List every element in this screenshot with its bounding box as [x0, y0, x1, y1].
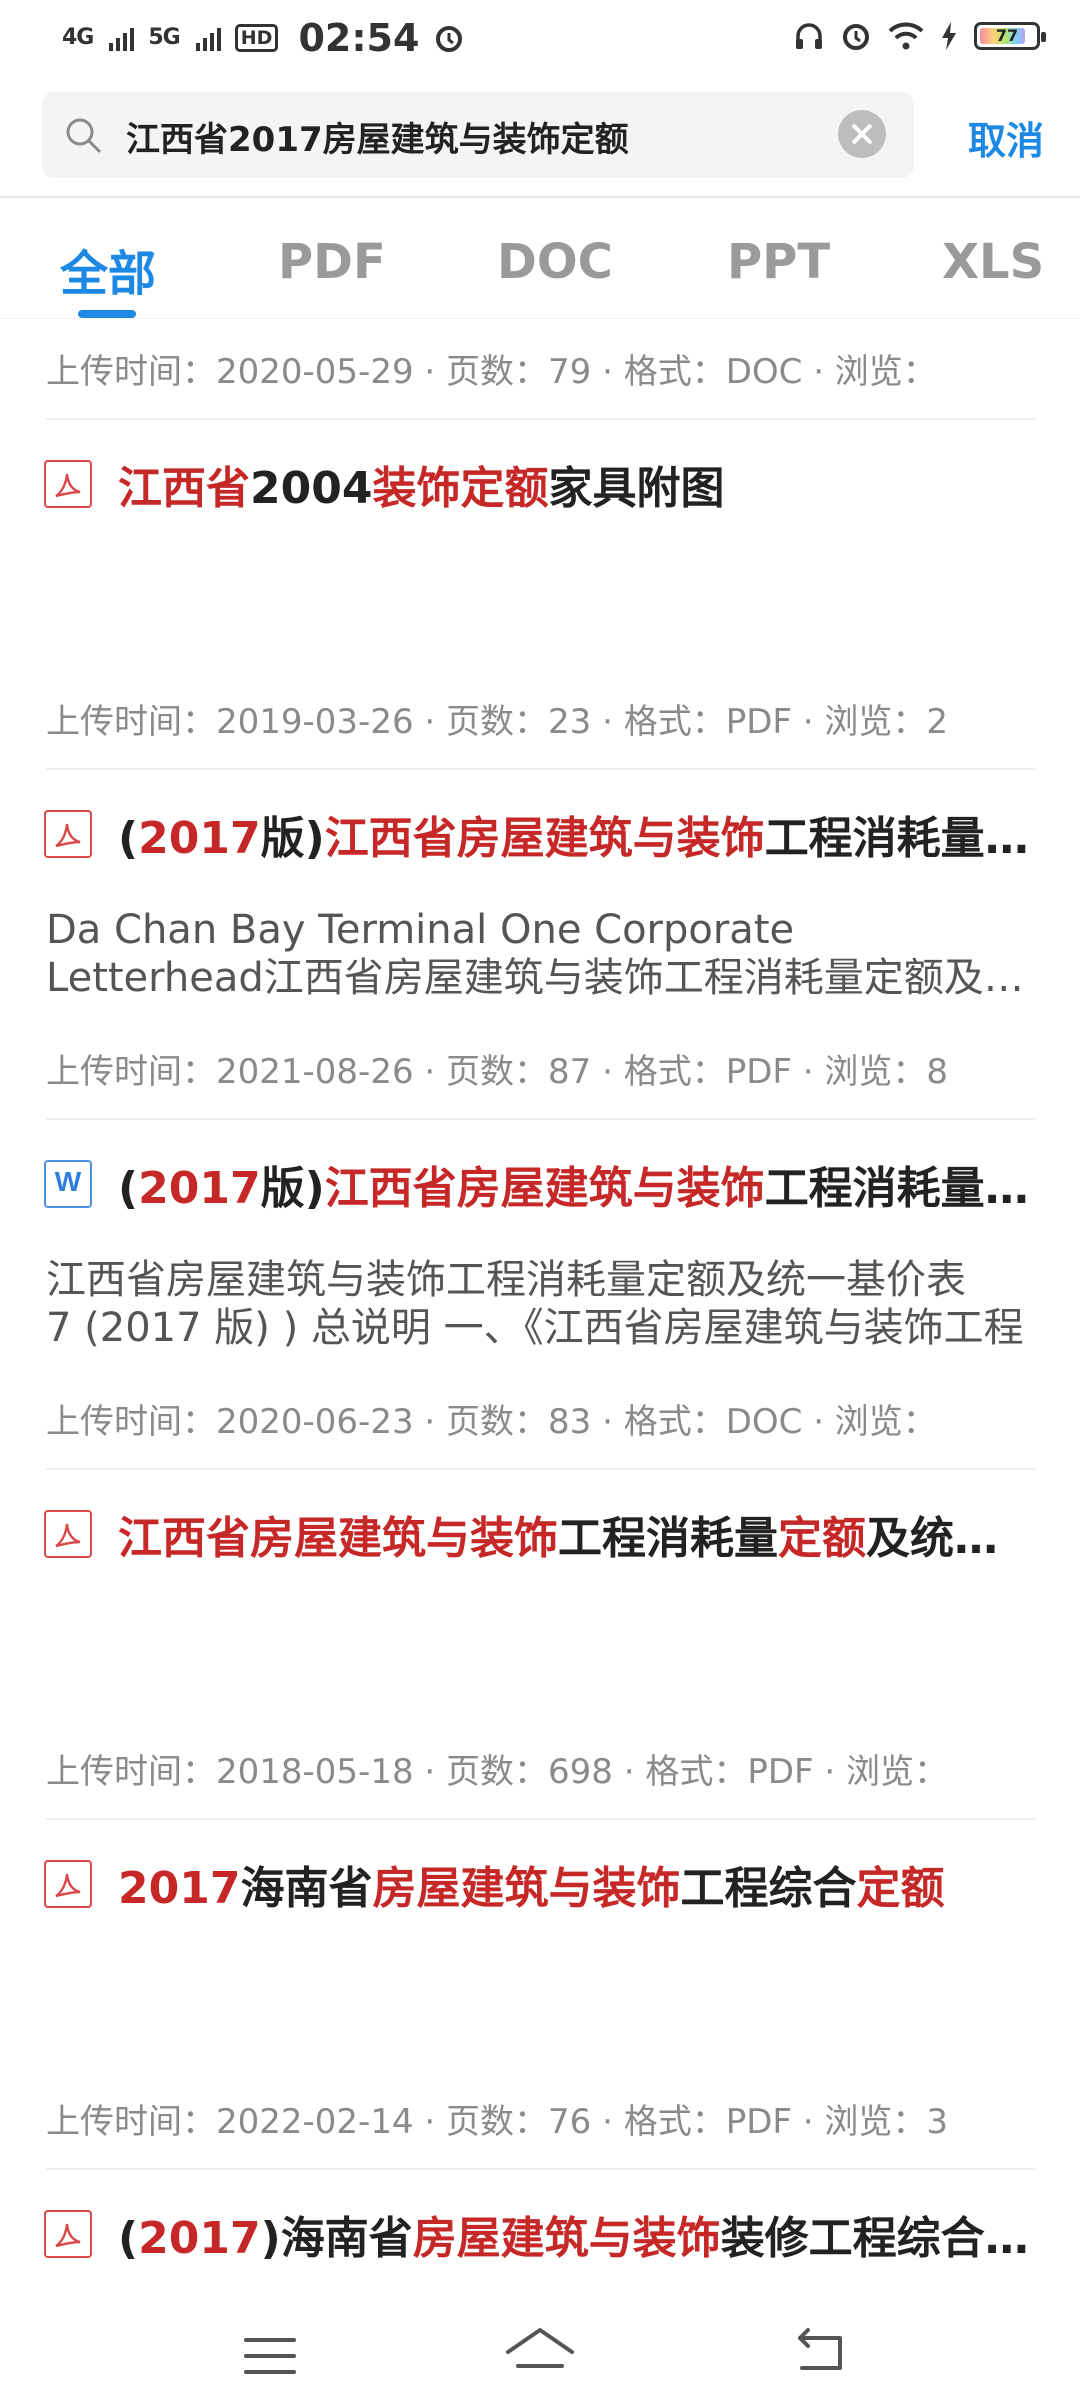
result-title[interactable]: 江西省2004装饰定额家具附图 [118, 452, 1038, 516]
result-meta: 上传时间：2019-03-26 · 页数：23 · 格式：PDF · 浏览：2 [46, 702, 948, 742]
tab-pdf[interactable]: PDF [278, 234, 386, 290]
cancel-button[interactable]: 取消 [968, 110, 1044, 165]
title-part: 工程消耗量定额 [764, 813, 1038, 864]
title-part: 家具附图 [548, 463, 725, 514]
active-tab-indicator [78, 310, 136, 318]
wifi-icon [888, 22, 924, 50]
result-meta: 上传时间：2020-06-23 · 页数：83 · 格式：DOC · 浏览： [46, 1402, 937, 1442]
title-part: ( [118, 1163, 139, 1214]
title-part: 房屋建筑与装饰 [372, 1863, 681, 1914]
title-part: 工程消耗量 [558, 1513, 778, 1564]
system-nav-bar [0, 2290, 1080, 2408]
network-4g-label: 4G [62, 25, 94, 50]
title-part: 定额 [778, 1513, 866, 1564]
title-part: ( [118, 813, 139, 864]
title-part: 江西省房屋建筑与装饰 [324, 1163, 765, 1214]
search-icon [66, 118, 101, 153]
result-title[interactable]: (2017版)江西省房屋建筑与装饰工程消耗量定额 [118, 1152, 1038, 1216]
pdf-file-icon [44, 460, 92, 508]
battery-icon: 77 [974, 22, 1046, 50]
tab-all[interactable]: 全部 [60, 234, 156, 304]
title-part: 2017 [118, 1863, 241, 1914]
result-title[interactable]: 2017海南省房屋建筑与装饰工程综合定额 [118, 1852, 1038, 1916]
title-part: 定额 [856, 1863, 945, 1914]
alarm-icon [436, 26, 463, 52]
title-part: 装饰定额 [372, 463, 549, 514]
result-description: Da Chan Bay Terminal One Corporate Lette… [46, 906, 1036, 1002]
tab-xls[interactable]: XLS [942, 234, 1044, 290]
description-line: 7 (2017 版) ) 总说明 一、《江西省房屋建筑与装饰工程 [46, 1305, 1024, 1351]
tabs-divider [0, 318, 1080, 319]
title-part: 2004 [250, 463, 373, 514]
back-icon[interactable] [792, 2328, 852, 2378]
network-5g-label: 5G [148, 25, 180, 50]
description-line: 江西省房屋建筑与装饰工程消耗量定额及统一基价表 [46, 1257, 966, 1303]
signal-icon [109, 25, 135, 51]
pdf-file-icon [44, 810, 92, 858]
home-icon[interactable] [504, 2326, 576, 2378]
result-meta: 上传时间：2022-02-14 · 页数：76 · 格式：PDF · 浏览：3 [46, 2102, 948, 2142]
result-meta: 上传时间：2020-05-29 · 页数：79 · 格式：DOC · 浏览： [46, 352, 937, 392]
search-bar[interactable]: 江西省2017房屋建筑与装饰定额 [42, 92, 914, 178]
tab-doc[interactable]: DOC [497, 234, 613, 290]
description-line: Letterhead江西省房屋建筑与装饰工程消耗量定额及统一基价表 [46, 955, 1036, 1001]
word-file-icon: W [44, 1160, 92, 1208]
charging-icon [942, 22, 956, 50]
result-divider [46, 768, 1036, 770]
signal-icon-2 [195, 25, 221, 51]
result-title[interactable]: 江西省房屋建筑与装饰工程消耗量定额及统一基价表 [118, 1502, 1038, 1566]
title-part: 工程综合 [680, 1863, 857, 1914]
title-part: )海南省 [260, 2213, 413, 2264]
filter-tabs: 全部 PDF DOC PPT XLS [0, 220, 1080, 318]
tab-ppt[interactable]: PPT [727, 234, 830, 290]
title-part: 版) [260, 813, 325, 864]
title-part: ( [118, 2213, 139, 2264]
result-title[interactable]: (2017版)江西省房屋建筑与装饰工程消耗量定额 [118, 802, 1038, 866]
title-part: 房屋建筑与装饰 [412, 2213, 721, 2264]
search-input[interactable]: 江西省2017房屋建筑与装饰定额 [126, 112, 629, 161]
title-part: 江西省房屋建筑与装饰 [324, 813, 765, 864]
description-line: Da Chan Bay Terminal One Corporate [46, 907, 795, 953]
battery-level: 77 [995, 26, 1019, 45]
title-part: 海南省 [240, 1863, 373, 1914]
title-part: 江西省房屋建筑与装饰 [118, 1513, 558, 1564]
title-part: 2017 [138, 1163, 261, 1214]
pdf-file-icon [44, 2210, 92, 2258]
result-title[interactable]: (2017)海南省房屋建筑与装饰装修工程综合定额 [118, 2202, 1038, 2266]
title-part: 及统一基价表 [866, 1513, 1038, 1564]
alarm-icon-right [843, 24, 869, 50]
headphones-icon [796, 23, 822, 49]
result-divider [46, 1468, 1036, 1470]
result-description: 江西省房屋建筑与装饰工程消耗量定额及统一基价表 7 (2017 版) ) 总说明… [46, 1256, 1036, 1352]
clock-time: 02:54 [298, 16, 420, 60]
title-part: 版) [260, 1163, 325, 1214]
title-part: 2017 [138, 813, 261, 864]
result-divider [46, 1118, 1036, 1120]
title-part: 工程消耗量定额 [764, 1163, 1038, 1214]
clear-search-icon[interactable] [838, 110, 886, 158]
result-meta: 上传时间：2018-05-18 · 页数：698 · 格式：PDF · 浏览： [46, 1752, 948, 1792]
result-meta: 上传时间：2021-08-26 · 页数：87 · 格式：PDF · 浏览：8 [46, 1052, 948, 1092]
menu-icon[interactable] [242, 2334, 298, 2378]
title-part: 江西省 [118, 463, 250, 514]
title-part: 2017 [138, 2213, 261, 2264]
status-bar: 4G 5G HD 02:54 77 [0, 0, 1080, 84]
hd-voice-icon: HD [234, 24, 279, 52]
result-divider [46, 1818, 1036, 1820]
pdf-file-icon [44, 1510, 92, 1558]
title-part: 装修工程综合定额 [720, 2213, 1038, 2264]
header-divider [0, 196, 1080, 198]
pdf-file-icon [44, 1860, 92, 1908]
result-divider [46, 418, 1036, 420]
result-divider [46, 2168, 1036, 2170]
